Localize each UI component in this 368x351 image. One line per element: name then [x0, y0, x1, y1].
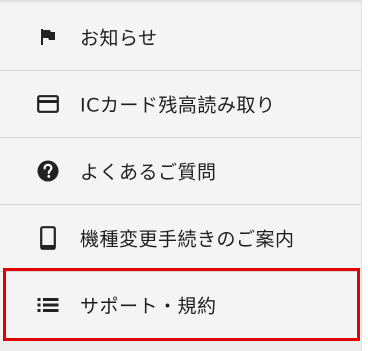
help-circle-icon [36, 159, 60, 183]
flag-icon [36, 25, 60, 49]
phone-icon [36, 226, 60, 250]
side-menu: お知らせ ICカード残高読み取り よくあるご質問 機種変更手続きのご案内 サポー… [0, 0, 362, 351]
menu-item-support-terms[interactable]: サポート・規約 [0, 272, 361, 338]
menu-item-label: ICカード残高読み取り [80, 94, 276, 117]
list-icon [36, 293, 60, 317]
menu-item-faq[interactable]: よくあるご質問 [0, 138, 361, 204]
menu-item-device-change[interactable]: 機種変更手続きのご案内 [0, 205, 361, 271]
menu-item-ic-card-balance[interactable]: ICカード残高読み取り [0, 71, 361, 137]
menu-item-label: サポート・規約 [80, 295, 217, 318]
menu-item-label: 機種変更手続きのご案内 [80, 228, 295, 251]
card-icon [36, 92, 60, 116]
menu-item-label: お知らせ [80, 27, 158, 50]
menu-item-label: よくあるご質問 [80, 161, 217, 184]
bottom-strip [0, 341, 361, 351]
menu-item-news[interactable]: お知らせ [0, 4, 361, 70]
